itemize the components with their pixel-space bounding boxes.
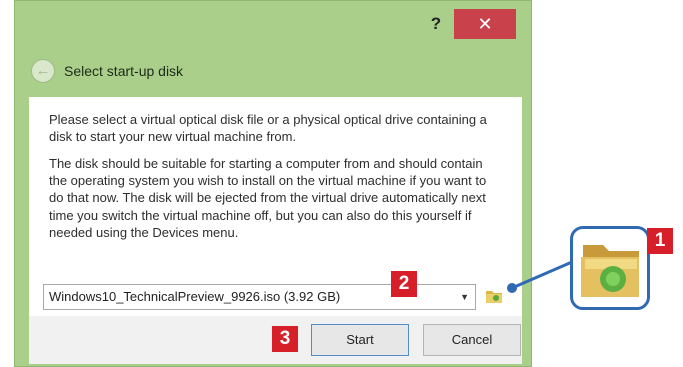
arrow-left-icon: ←	[35, 62, 51, 79]
title-bar: ? ✕	[15, 1, 531, 45]
start-button[interactable]: Start	[311, 324, 409, 356]
close-button[interactable]: ✕	[454, 9, 516, 39]
wizard-header: ← Select start-up disk	[15, 57, 531, 85]
content-panel: Please select a virtual optical disk fil…	[29, 97, 522, 316]
folder-icon	[581, 245, 639, 297]
choose-disk-button[interactable]	[486, 289, 502, 303]
dialog-window: ? ✕ ← Select start-up disk Please select…	[14, 0, 532, 367]
disk-select-value: Windows10_TechnicalPreview_9926.iso (3.9…	[49, 289, 341, 304]
cancel-button[interactable]: Cancel	[423, 324, 521, 356]
callout-badge-2: 2	[391, 271, 417, 297]
callout-badge-3: 3	[272, 326, 298, 352]
zoomed-folder-callout	[570, 226, 650, 310]
description-text: The disk should be suitable for starting…	[49, 156, 487, 240]
back-button[interactable]: ←	[31, 59, 55, 83]
page-title: Select start-up disk	[64, 63, 184, 79]
callout-badge-1: 1	[647, 228, 673, 254]
chevron-down-icon: ▼	[460, 292, 469, 302]
instruction-text: Please select a virtual optical disk fil…	[49, 112, 487, 145]
folder-icon	[486, 291, 502, 303]
help-button[interactable]: ?	[427, 13, 445, 35]
close-icon: ✕	[477, 14, 493, 34]
